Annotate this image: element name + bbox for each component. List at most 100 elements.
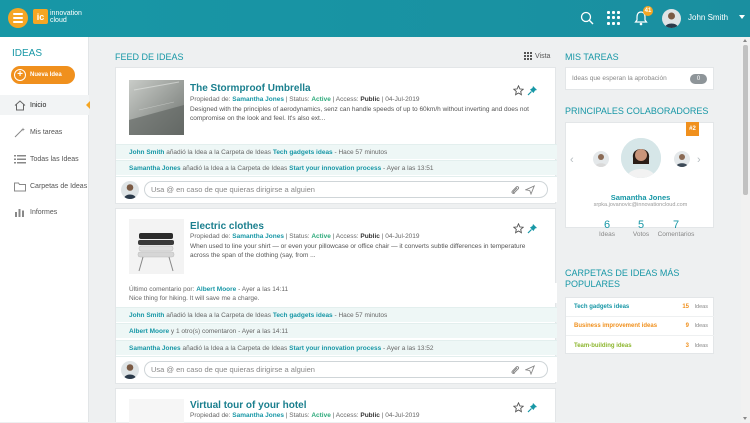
activity-folder[interactable]: Tech gadgets ideas — [273, 149, 333, 156]
send-icon[interactable] — [525, 365, 535, 375]
idea-owner[interactable]: Samantha Jones — [232, 233, 284, 240]
folder-icon — [14, 182, 26, 191]
folder-name[interactable]: Tech gadgets ideas — [574, 304, 629, 310]
sidebar-item-todas-las-ideas[interactable]: Todas las Ideas — [0, 149, 89, 169]
app-logo[interactable]: ic innovation cloud — [33, 9, 82, 24]
home-icon — [14, 99, 26, 110]
chevron-right-icon[interactable]: › — [697, 154, 701, 166]
folder-name[interactable]: Team-building ideas — [574, 343, 632, 349]
user-name[interactable]: John Smith — [688, 13, 728, 22]
activity-user[interactable]: Samantha Jones — [129, 165, 181, 172]
idea-owner[interactable]: Samantha Jones — [232, 96, 284, 103]
scroll-up-icon[interactable] — [743, 39, 747, 42]
stat-comentarios: 7 Comentarios — [657, 219, 695, 238]
folder-row[interactable]: Team-building ideas 3 Ideas — [566, 336, 715, 355]
paperclip-icon[interactable] — [510, 185, 520, 195]
sidebar-item-mis-tareas[interactable]: Mis tareas — [0, 122, 89, 142]
sidebar-item-label: Mis tareas — [30, 128, 63, 136]
sidebar-item-inicio[interactable]: Inicio — [0, 95, 90, 115]
pin-icon[interactable] — [527, 85, 538, 96]
user-menu-caret-icon[interactable] — [739, 15, 745, 19]
pin-icon[interactable] — [527, 223, 538, 234]
comment-row: Usa @ en caso de que quieras dirigirse a… — [116, 176, 557, 202]
new-idea-button[interactable]: + Nueva Idea — [11, 66, 75, 84]
idea-image[interactable] — [129, 399, 184, 423]
collaborator-name[interactable]: Samantha Jones — [566, 193, 715, 202]
user-avatar[interactable] — [662, 9, 681, 28]
idea-access: Public — [360, 96, 380, 103]
view-toggle[interactable]: Vista — [524, 52, 550, 60]
idea-meta: Propiedad de: Samantha Jones | Status: A… — [190, 412, 420, 419]
new-idea-label: Nueva Idea — [30, 72, 62, 78]
search-icon[interactable] — [580, 11, 594, 25]
idea-image[interactable] — [129, 80, 184, 135]
activity-user[interactable]: John Smith — [129, 149, 164, 156]
idea-date: | 04-Jul-2019 — [381, 233, 420, 240]
idea-description: Designed with the principles of aerodyna… — [190, 106, 529, 122]
star-icon[interactable] — [513, 85, 524, 96]
folder-count: 15 — [682, 304, 689, 310]
sidebar-item-carpetas[interactable]: Carpetas de Ideas — [0, 176, 89, 196]
feed-title: FEED DE IDEAS — [115, 52, 184, 62]
activity-folder[interactable]: Start your innovation process — [289, 165, 381, 172]
paperclip-icon[interactable] — [510, 365, 520, 375]
idea-status: Active — [311, 233, 331, 240]
comment-avatar — [121, 361, 139, 379]
scroll-down-icon[interactable] — [743, 417, 747, 420]
tasks-count-badge: 0 — [690, 74, 707, 84]
activity-user[interactable]: Albert Moore — [129, 328, 169, 335]
hamburger-menu-button[interactable] — [8, 8, 28, 28]
sidebar-item-informes[interactable]: Informes — [0, 202, 89, 222]
tasks-card[interactable]: Ideas que esperan la aprobación 0 — [565, 67, 714, 90]
activity-row: Samantha Jones añadió la Idea a la Carpe… — [116, 160, 557, 175]
folder-row[interactable]: Tech gadgets ideas 15 Ideas — [566, 298, 715, 317]
comment-user[interactable]: Albert Moore — [196, 286, 236, 293]
idea-title[interactable]: The Stormproof Umbrella — [190, 83, 311, 94]
idea-access: Public — [360, 412, 380, 419]
idea-status: Active — [311, 96, 331, 103]
page-scrollbar[interactable] — [741, 37, 750, 422]
folder-count: 3 — [685, 342, 689, 349]
collaborator-card: #2 ‹ › Samantha Jones srpka.jovanovic@in… — [565, 122, 715, 238]
folders-title: CARPETAS DE IDEAS MÁS POPULARES — [565, 268, 680, 289]
activity-folder[interactable]: Tech gadgets ideas — [273, 312, 333, 319]
folder-row[interactable]: Business improvement ideas 9 Ideas — [566, 317, 715, 336]
star-icon[interactable] — [513, 402, 524, 413]
sidebar-item-label: Carpetas de Ideas — [30, 182, 88, 190]
comment-avatar — [121, 181, 139, 199]
tasks-label: Ideas que esperan la aprobación — [572, 75, 667, 82]
view-label: Vista — [535, 52, 551, 60]
comment-input[interactable]: Usa @ en caso de que quieras dirigirse a… — [144, 361, 548, 378]
idea-title[interactable]: Virtual tour of your hotel — [190, 400, 306, 411]
rank-badge: #2 — [686, 122, 699, 136]
idea-owner[interactable]: Samantha Jones — [232, 412, 284, 419]
comment-text: Nice thing for hiking. It will save me a… — [129, 295, 260, 302]
activity-user[interactable]: Samantha Jones — [129, 345, 181, 352]
comment-input[interactable]: Usa @ en caso de que quieras dirigirse a… — [144, 181, 548, 198]
logo-mark: ic — [33, 9, 48, 24]
idea-date: | 04-Jul-2019 — [381, 412, 420, 419]
star-icon[interactable] — [513, 223, 524, 234]
chevron-left-icon[interactable]: ‹ — [570, 154, 574, 166]
list-icon — [14, 154, 26, 163]
activity-user[interactable]: John Smith — [129, 312, 164, 319]
sidebar-title: IDEAS — [12, 48, 43, 59]
collaborator-avatar-next[interactable] — [674, 151, 690, 167]
idea-image[interactable] — [129, 219, 184, 274]
sidebar-item-label: Informes — [30, 208, 58, 216]
collaborator-avatar-prev[interactable] — [593, 151, 609, 167]
send-icon[interactable] — [525, 185, 535, 195]
apps-grid-icon[interactable] — [607, 11, 621, 25]
collaborator-avatar[interactable] — [621, 138, 661, 178]
scrollbar-thumb[interactable] — [743, 45, 748, 195]
idea-description: When used to line your shirt — or even y… — [190, 243, 526, 259]
sidebar: IDEAS + Nueva Idea Inicio Mis tareas Tod… — [0, 37, 90, 422]
folder-name[interactable]: Business improvement ideas — [574, 323, 657, 329]
pin-icon[interactable] — [527, 402, 538, 413]
activity-row: Samantha Jones añadió la Idea a la Carpe… — [116, 340, 557, 355]
idea-date: | 04-Jul-2019 — [381, 96, 420, 103]
bar-chart-icon — [15, 208, 24, 217]
activity-folder[interactable]: Start your innovation process — [289, 345, 381, 352]
idea-title[interactable]: Electric clothes — [190, 221, 264, 232]
idea-meta: Propiedad de: Samantha Jones | Status: A… — [190, 233, 420, 240]
